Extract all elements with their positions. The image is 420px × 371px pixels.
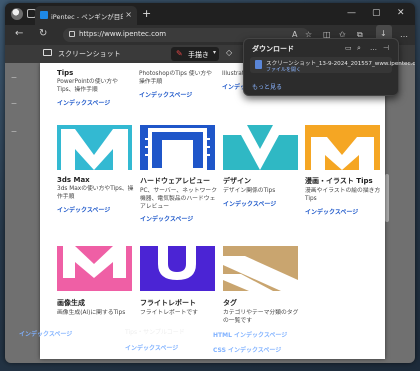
browser-tab[interactable]: iPentec - ペンギンが目印の技術情報 × [35, 6, 137, 25]
card-hardware-review: ハードウェアレビュー PC、サーバー、ネットワーク機器、電気製品のハードウェアレ… [140, 176, 217, 223]
more-icon[interactable]: … [400, 30, 408, 39]
tab-title: iPentec - ペンギンが目印の技術情報 [51, 13, 123, 21]
bg-tips-sample: Tips・サンプルコード [125, 329, 185, 336]
thumb-flight[interactable] [140, 246, 215, 291]
profile-avatar[interactable] [11, 8, 23, 20]
eraser-icon[interactable]: ◇ [226, 48, 232, 57]
search-icon[interactable]: ⌕ [357, 44, 361, 53]
bg-css-index: CSS インデックスページ [213, 347, 282, 354]
card-title: タグ [223, 299, 237, 307]
download-icon: ↓ [380, 29, 387, 38]
bg-html-index: HTML インデックスページ [213, 332, 288, 339]
new-tab-button[interactable]: + [142, 7, 151, 20]
more-options-icon[interactable]: … [370, 44, 377, 52]
card-title: フライトレポート [140, 299, 196, 307]
folder-icon[interactable]: ▭ [345, 44, 352, 52]
thumb-tag[interactable] [223, 246, 298, 291]
card-design: デザイン デザイン関係のTips インデックスページ [223, 176, 300, 208]
index-link[interactable]: インデックスページ [139, 90, 216, 99]
card-desc: PhotoshopのTips 使い方や操作手順 [139, 71, 212, 85]
card-title: 漫画・イラスト Tips [305, 177, 373, 185]
thumb-hardware[interactable] [140, 125, 215, 170]
index-link[interactable]: インデックスページ [305, 207, 382, 216]
url-text[interactable]: https://www.ipentec.com [79, 30, 166, 38]
draw-button[interactable]: ✎ 手描き ▾ [171, 47, 219, 61]
site-favicon-icon [40, 11, 48, 19]
browser-window: iPentec - ペンギンが目印の技術情報 × + — ▢ ✕ ← ↻ htt… [5, 3, 415, 363]
title-bar: iPentec - ペンギンが目印の技術情報 × + — ▢ ✕ [5, 3, 415, 25]
card-title: 画像生成 [57, 299, 85, 307]
card-desc: PC、サーバー、ネットワーク機器、電気製品のハードウェアレビュー [140, 188, 217, 210]
download-item[interactable]: スクリーンショット_13-9-2024_201557_www.ipentec.c… [250, 57, 415, 73]
chevron-down-icon[interactable]: ▾ [213, 49, 216, 56]
minimize-button[interactable]: — [347, 8, 356, 18]
thumb-manga[interactable] [305, 125, 380, 170]
card-title: Tips [57, 69, 74, 77]
maximize-button[interactable]: ▢ [372, 8, 381, 18]
card-image-gen: 画像生成 画像生成(AI)に関するTips [57, 298, 134, 318]
card-3dsmax: 3ds Max 3ds Maxの使い方やTips、操作手順 インデックスページ [57, 176, 134, 214]
index-link[interactable]: インデックスページ [57, 205, 134, 214]
card-desc: 3ds Maxの使い方やTips、操作手順 [57, 186, 134, 200]
thumb-image-gen[interactable] [57, 246, 132, 291]
see-more-link[interactable]: もっと見る [252, 82, 282, 91]
screenshot-icon [43, 49, 52, 56]
refresh-icon[interactable]: ↻ [39, 28, 47, 39]
card-tips: Tips PowerPointの使い方やTips、操作手順 インデックスページ [57, 69, 134, 107]
screenshot-preview: Tips PowerPointの使い方やTips、操作手順 インデックスページ … [40, 63, 385, 359]
downloads-flyout: ダウンロード ▭ ⌕ … ⊣ スクリーンショット_13-9-2024_20155… [243, 38, 415, 96]
back-icon[interactable]: ← [15, 28, 23, 39]
card-desc: フライトレポートです [140, 310, 198, 316]
card-tags: タグ カテゴリやテーマ分類のタグの一覧です [223, 298, 300, 326]
thumb-design[interactable] [223, 125, 298, 170]
bg-link-2: ー [11, 101, 18, 108]
bg-link-3: ー [11, 129, 18, 136]
draw-label: 手描き [188, 51, 209, 59]
card-title: ハードウェアレビュー [140, 177, 210, 185]
bg-index-link-2: インデックスページ [125, 345, 179, 352]
pen-icon: ✎ [176, 49, 183, 58]
capture-label: スクリーンショット [58, 50, 121, 58]
index-link[interactable]: インデックスページ [57, 98, 134, 107]
card-photoshop: PhotoshopのTips 使い方や操作手順 インデックスページ [139, 69, 216, 99]
scrollbar-thumb[interactable] [385, 174, 389, 222]
pin-icon[interactable]: ⊣ [383, 44, 389, 52]
card-desc: 画像生成(AI)に関するTips [57, 310, 126, 316]
downloads-title: ダウンロード [252, 45, 294, 53]
open-file-link[interactable]: ファイルを開く [266, 66, 301, 73]
bg-index-link: インデックスページ [19, 331, 73, 338]
image-file-icon [255, 60, 262, 69]
card-manga-illust: 漫画・イラスト Tips 漫画やイラストの絵の描き方Tips インデックスページ [305, 176, 382, 216]
card-desc: デザイン関係のTips [223, 188, 276, 194]
index-link[interactable]: インデックスページ [140, 214, 217, 223]
card-desc: PowerPointの使い方やTips、操作手順 [57, 79, 118, 93]
card-title: デザイン [223, 177, 251, 185]
bg-link-1: ー [11, 75, 18, 82]
index-link[interactable]: インデックスページ [223, 199, 300, 208]
card-desc: 漫画やイラストの絵の描き方Tips [305, 188, 381, 202]
card-flight-report: フライトレポート フライトレポートです [140, 298, 217, 318]
card-desc: カテゴリやテーマ分類のタグの一覧です [223, 310, 299, 324]
thumb-3dsmax[interactable] [57, 125, 132, 170]
card-title: 3ds Max [57, 176, 90, 184]
close-window-button[interactable]: ✕ [397, 8, 405, 18]
tab-close-icon[interactable]: × [125, 10, 132, 19]
lock-icon[interactable] [69, 31, 75, 37]
page-viewport: ー ー ー Tips PowerPointの使い方やTips、操作手順 インデッ… [5, 63, 415, 363]
